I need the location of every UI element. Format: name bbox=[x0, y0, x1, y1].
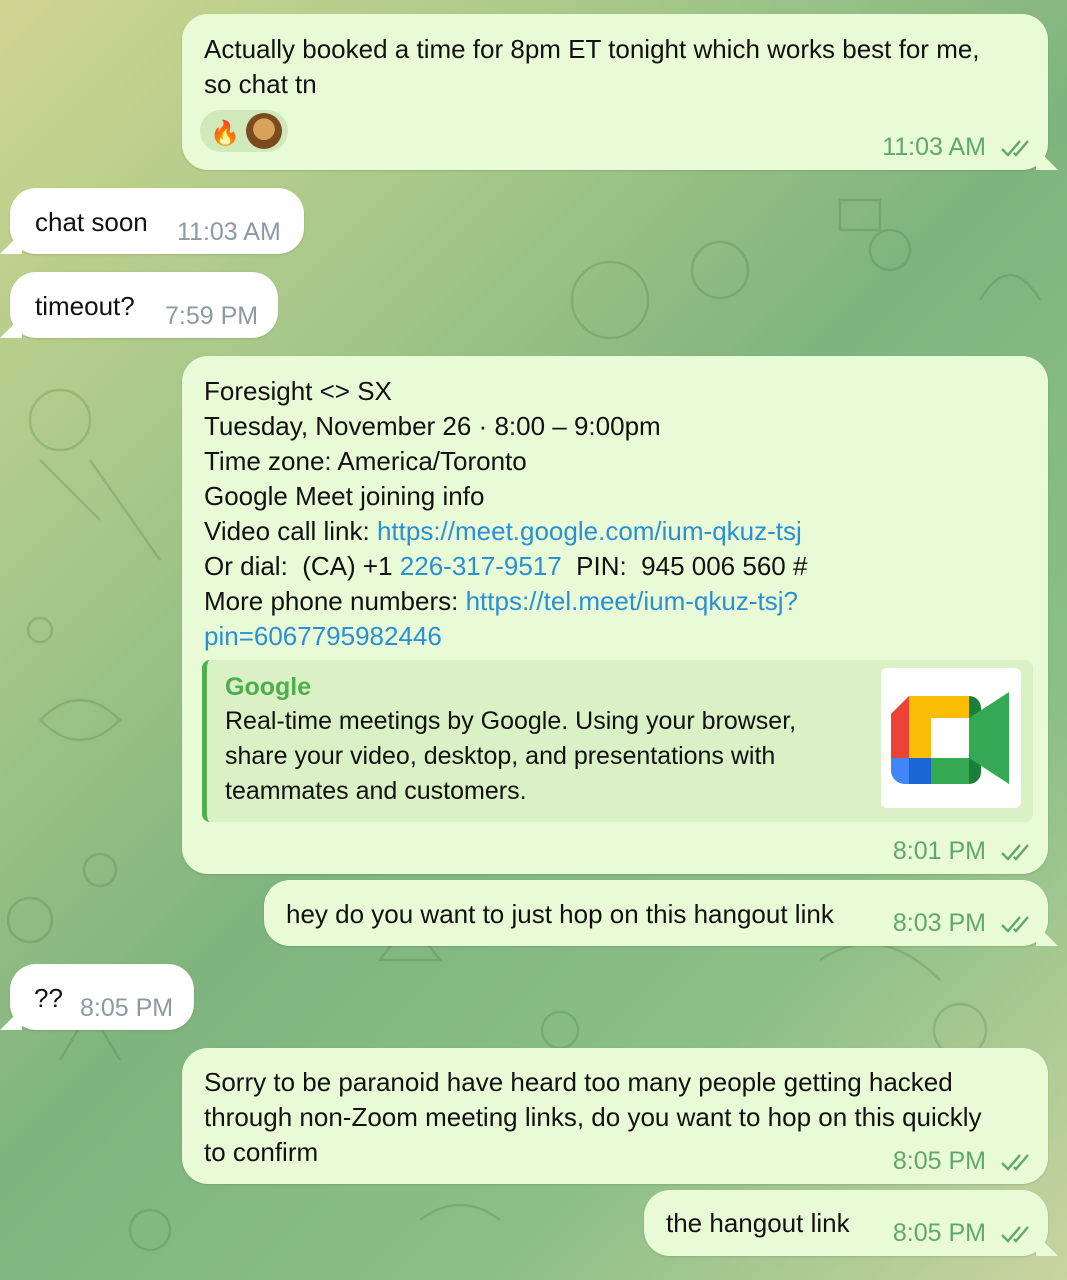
reactor-avatar bbox=[246, 113, 282, 149]
message-time: 8:03 PM bbox=[892, 909, 986, 937]
message-text: the hangout link bbox=[666, 1208, 850, 1238]
phone-link[interactable]: 226-317-9517 bbox=[400, 551, 562, 581]
message-meta: 8:01 PM bbox=[893, 834, 1034, 869]
message-meta: 8:05 PM bbox=[893, 1216, 1034, 1251]
outgoing-message[interactable]: hey do you want to just hop on this hang… bbox=[264, 880, 1058, 946]
message-text-line: Tuesday, November 26 · 8:00 – 9:00pm bbox=[204, 411, 661, 441]
message-meta: 8:03 PM bbox=[893, 906, 1034, 941]
message-text-line: through non-Zoom meeting links, do you w… bbox=[204, 1102, 982, 1132]
message-text-line: Foresight <> SX bbox=[204, 376, 392, 406]
message-time: 11:03 AM bbox=[177, 218, 281, 246]
meet-link[interactable]: https://meet.google.com/ium-qkuz-tsj bbox=[377, 516, 802, 546]
tel-link-continued[interactable]: pin=6067795982446 bbox=[204, 619, 442, 654]
incoming-message[interactable]: ?? 8:05 PM bbox=[0, 964, 194, 1030]
message-time: 8:05 PM bbox=[80, 994, 174, 1022]
pin-text: PIN: 945 006 560 # bbox=[561, 551, 808, 581]
message-time: 8:01 PM bbox=[892, 837, 986, 865]
message-text-line: Or dial: (CA) +1 226-317-9517 PIN: 945 0… bbox=[204, 549, 807, 584]
message-time: 8:05 PM bbox=[892, 1147, 986, 1175]
message-text-line: Video call link: https://meet.google.com… bbox=[204, 514, 802, 549]
message-text-line: so chat tn bbox=[204, 69, 317, 99]
message-text: timeout? bbox=[35, 291, 135, 321]
double-check-icon bbox=[1001, 1226, 1029, 1244]
message-text-line: Google Meet joining info bbox=[204, 481, 485, 511]
message-meta: 8:05 PM bbox=[893, 1144, 1034, 1179]
google-meet-icon bbox=[881, 668, 1021, 808]
message-text-line: to confirm bbox=[204, 1137, 319, 1167]
outgoing-message[interactable]: Sorry to be paranoid have heard too many… bbox=[182, 1048, 1048, 1184]
outgoing-message[interactable]: Actually booked a time for 8pm ET tonigh… bbox=[182, 14, 1058, 170]
double-check-icon bbox=[1001, 140, 1029, 158]
link-preview[interactable]: Google Real-time meetings by Google. Usi… bbox=[202, 660, 1033, 822]
tel-link[interactable]: https://tel.meet/ium-qkuz-tsj? bbox=[466, 586, 798, 616]
label-text: Video call link: bbox=[204, 516, 377, 546]
label-text: More phone numbers: bbox=[204, 586, 466, 616]
label-text: Or dial: (CA) +1 bbox=[204, 551, 400, 581]
message-time: 8:05 PM bbox=[892, 1219, 986, 1247]
preview-description: Real-time meetings by Google. Using your… bbox=[225, 707, 797, 805]
reaction-group[interactable]: 🔥 bbox=[200, 110, 288, 152]
double-check-icon bbox=[1001, 844, 1029, 862]
message-text-line: Actually booked a time for 8pm ET tonigh… bbox=[204, 34, 980, 64]
message-text: hey do you want to just hop on this hang… bbox=[286, 899, 834, 929]
message-time: 7:59 PM bbox=[165, 302, 259, 330]
message-text: chat soon bbox=[35, 207, 148, 237]
incoming-message[interactable]: chat soon 11:03 AM bbox=[0, 188, 304, 254]
message-time: 11:03 AM bbox=[882, 133, 986, 161]
fire-reaction[interactable]: 🔥 bbox=[210, 116, 240, 151]
incoming-message[interactable]: timeout? 7:59 PM bbox=[0, 272, 278, 338]
message-meta: 11:03 AM bbox=[882, 130, 1034, 165]
message-text-line: More phone numbers: https://tel.meet/ium… bbox=[204, 584, 798, 619]
double-check-icon bbox=[1001, 1154, 1029, 1172]
outgoing-message[interactable]: Foresight <> SX Tuesday, November 26 · 8… bbox=[182, 356, 1048, 874]
message-text-line: Time zone: America/Toronto bbox=[204, 446, 527, 476]
message-text-line: Sorry to be paranoid have heard too many… bbox=[204, 1067, 953, 1097]
preview-title: Google bbox=[225, 673, 312, 701]
outgoing-message[interactable]: the hangout link 8:05 PM bbox=[644, 1190, 1058, 1256]
double-check-icon bbox=[1001, 916, 1029, 934]
message-text: ?? bbox=[34, 983, 63, 1013]
